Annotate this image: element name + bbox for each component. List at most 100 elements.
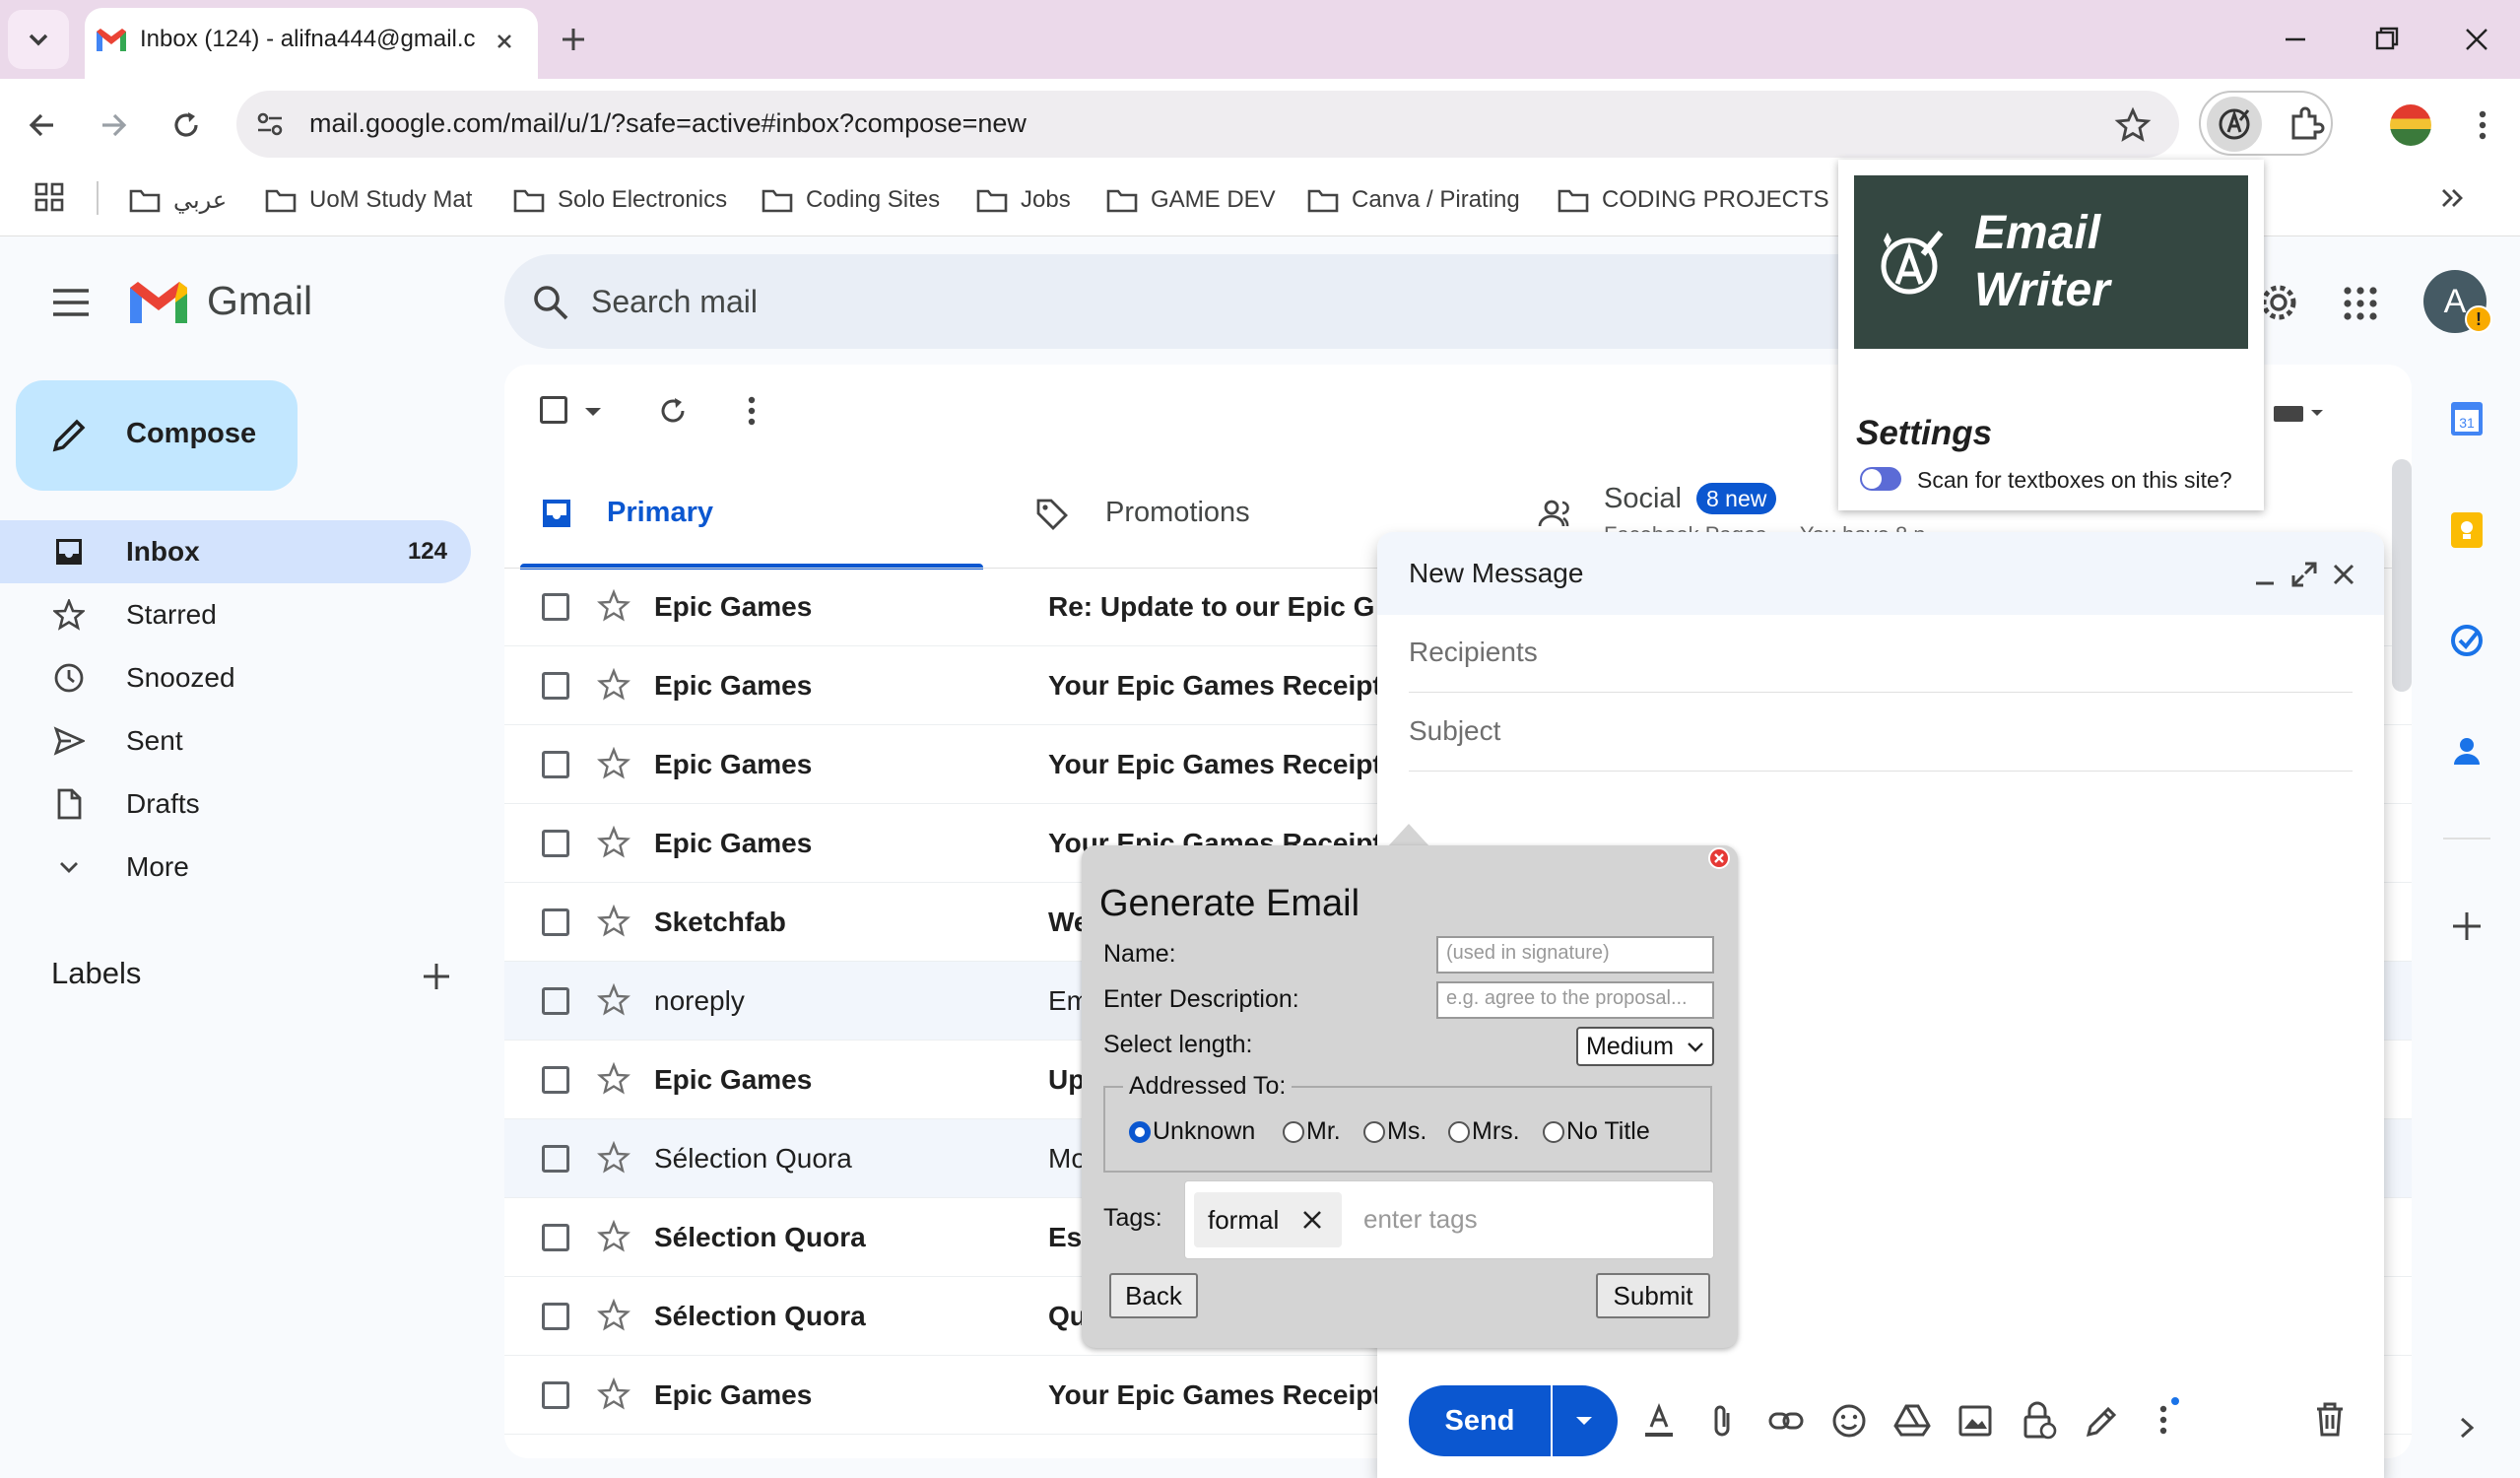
star-icon[interactable] [597, 1062, 630, 1096]
extensions-puzzle-icon[interactable] [2284, 102, 2327, 146]
bookmark-folder-arabic[interactable]: عربي [128, 180, 227, 220]
input-tools-icon[interactable] [2270, 398, 2329, 428]
row-checkbox[interactable] [542, 751, 569, 778]
row-checkbox[interactable] [542, 672, 569, 700]
google-apps-icon[interactable] [2341, 284, 2380, 323]
show-side-panel-icon[interactable] [2453, 1411, 2481, 1444]
new-tab-icon[interactable] [558, 24, 589, 55]
row-checkbox[interactable] [542, 987, 569, 1015]
close-window-icon[interactable] [2459, 22, 2494, 57]
keep-icon[interactable] [2449, 510, 2485, 550]
browser-tab[interactable]: Inbox (124) - alifna444@gmail.c [85, 8, 538, 79]
profile-avatar[interactable] [2390, 104, 2431, 146]
get-addons-icon[interactable] [2449, 908, 2485, 944]
scan-toggle[interactable] [1860, 467, 1901, 491]
search-icon[interactable] [530, 282, 571, 323]
radio-no-title[interactable]: No Title [1543, 1117, 1650, 1146]
chrome-menu-icon[interactable] [2465, 106, 2500, 144]
more-bookmarks-icon[interactable] [2435, 181, 2469, 215]
insert-emoji-icon[interactable] [1830, 1401, 1868, 1441]
star-icon[interactable] [597, 589, 630, 623]
row-checkbox[interactable] [542, 1145, 569, 1173]
radio-ms[interactable]: Ms. [1363, 1117, 1426, 1146]
recipients-field[interactable]: Recipients [1409, 637, 1538, 668]
tasks-icon[interactable] [2449, 621, 2485, 660]
submit-button[interactable]: Submit [1596, 1273, 1710, 1318]
row-checkbox[interactable] [542, 593, 569, 621]
radio-mr[interactable]: Mr. [1283, 1117, 1341, 1146]
fullscreen-compose-icon[interactable] [2289, 560, 2319, 589]
star-icon[interactable] [597, 1377, 630, 1411]
bookmark-folder-coding-sites[interactable]: Coding Sites [761, 180, 940, 220]
bookmark-folder-canva[interactable]: Canva / Pirating [1306, 180, 1520, 220]
more-options-icon[interactable] [737, 392, 766, 430]
star-icon[interactable] [597, 826, 630, 859]
star-icon[interactable] [597, 747, 630, 780]
refresh-icon[interactable] [654, 392, 692, 430]
row-checkbox[interactable] [542, 908, 569, 936]
bookmark-folder-coding-projects[interactable]: CODING PROJECTS [1557, 180, 1829, 220]
bookmark-folder-uom[interactable]: UoM Study Mat [264, 180, 472, 220]
star-icon[interactable] [597, 1141, 630, 1175]
tab-search-button[interactable] [8, 10, 69, 69]
apps-grid-icon[interactable] [33, 181, 65, 213]
row-checkbox[interactable] [542, 830, 569, 857]
back-icon[interactable] [24, 106, 61, 144]
remove-tag-icon[interactable] [1300, 1208, 1324, 1232]
calendar-icon[interactable]: 31 [2449, 398, 2485, 439]
signature-pen-icon[interactable] [2083, 1401, 2120, 1441]
reload-icon[interactable] [167, 106, 205, 144]
star-icon[interactable] [597, 1220, 630, 1253]
star-icon[interactable] [597, 905, 630, 938]
compose-button[interactable]: Compose [16, 380, 298, 491]
insert-link-icon[interactable] [1767, 1401, 1805, 1441]
nav-item-more[interactable]: More [0, 836, 471, 899]
discard-draft-icon[interactable] [2311, 1399, 2349, 1441]
search-input[interactable]: Search mail [591, 284, 758, 320]
nav-item-inbox[interactable]: Inbox 124 [0, 520, 471, 583]
send-options-button[interactable] [1553, 1385, 1618, 1456]
row-checkbox[interactable] [542, 1381, 569, 1409]
nav-item-snoozed[interactable]: Snoozed [0, 646, 471, 709]
radio-unknown[interactable]: Unknown [1129, 1117, 1255, 1146]
description-input[interactable]: e.g. agree to the proposal... [1436, 981, 1714, 1019]
row-checkbox[interactable] [542, 1066, 569, 1094]
main-menu-icon[interactable] [51, 286, 91, 319]
bookmark-folder-solo-electronics[interactable]: Solo Electronics [512, 180, 727, 220]
nav-item-starred[interactable]: Starred [0, 583, 471, 646]
close-tab-icon[interactable] [491, 28, 518, 55]
star-icon[interactable] [597, 1299, 630, 1332]
add-label-icon[interactable] [420, 960, 453, 993]
nav-item-drafts[interactable]: Drafts [0, 773, 471, 836]
bookmark-folder-game-dev[interactable]: GAME DEV [1105, 180, 1276, 220]
confidential-mode-icon[interactable] [2020, 1399, 2057, 1441]
subject-field[interactable]: Subject [1409, 715, 1500, 747]
minimize-icon[interactable] [2278, 22, 2313, 57]
restore-icon[interactable] [2368, 22, 2404, 57]
google-drive-icon[interactable] [1893, 1401, 1931, 1441]
scrollbar-thumb[interactable] [2392, 459, 2412, 692]
formatting-options-icon[interactable] [1641, 1401, 1677, 1441]
nav-item-sent[interactable]: Sent [0, 709, 471, 773]
email-writer-extension-button[interactable] [2207, 97, 2262, 152]
name-input[interactable]: (used in signature) [1436, 936, 1714, 974]
star-icon[interactable] [597, 983, 630, 1017]
more-compose-options-icon[interactable] [2146, 1397, 2181, 1443]
close-dialog-icon[interactable] [1708, 847, 1730, 869]
forward-icon[interactable] [95, 106, 132, 144]
back-button[interactable]: Back [1109, 1273, 1198, 1318]
radio-mrs[interactable]: Mrs. [1448, 1117, 1520, 1146]
contacts-icon[interactable] [2449, 731, 2485, 771]
bookmark-folder-jobs[interactable]: Jobs [975, 180, 1071, 220]
site-settings-icon[interactable] [252, 106, 288, 142]
close-compose-icon[interactable] [2329, 560, 2358, 589]
row-checkbox[interactable] [542, 1303, 569, 1330]
insert-photo-icon[interactable] [1956, 1401, 1994, 1441]
tab-primary[interactable]: Primary [520, 467, 983, 570]
attach-file-icon[interactable] [1704, 1401, 1740, 1441]
length-select[interactable]: Medium [1576, 1027, 1714, 1066]
send-button[interactable]: Send [1409, 1385, 1551, 1456]
row-checkbox[interactable] [542, 1224, 569, 1251]
select-all-checkbox[interactable] [540, 396, 567, 424]
minimize-compose-icon[interactable] [2250, 560, 2280, 589]
